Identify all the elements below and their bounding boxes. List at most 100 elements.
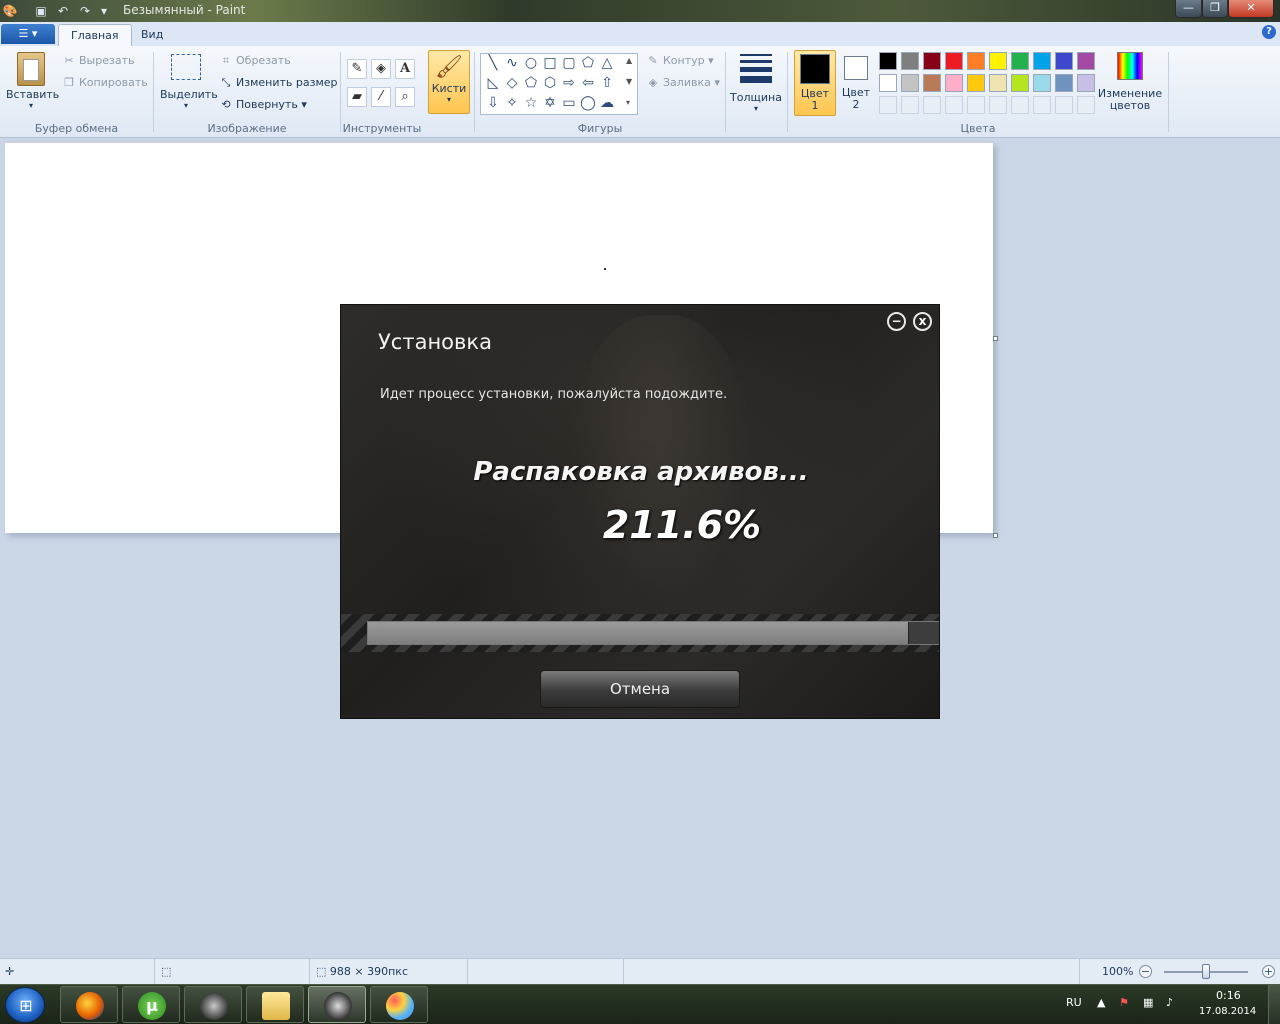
palette-color[interactable] — [1011, 74, 1029, 92]
palette-color[interactable] — [1011, 52, 1029, 70]
text-tool-icon[interactable]: A — [395, 59, 415, 79]
show-desktop-button[interactable] — [1268, 985, 1280, 1024]
right-arrow-shape-icon[interactable]: ⇨ — [559, 75, 579, 91]
volume-icon[interactable]: ♪ — [1166, 996, 1173, 1009]
palette-color[interactable] — [967, 74, 985, 92]
palette-color[interactable] — [967, 52, 985, 70]
palette-color[interactable] — [945, 74, 963, 92]
fill-bucket-icon[interactable]: ◈ — [371, 59, 391, 79]
color1-button[interactable]: Цвет 1 — [794, 50, 836, 116]
clock-date[interactable]: 17.08.2014 — [1199, 1006, 1256, 1017]
rotate-button[interactable]: ⟲ Повернуть ▾ — [219, 98, 306, 111]
custom-color-slot[interactable] — [945, 96, 963, 114]
right-triangle-shape-icon[interactable]: ◺ — [483, 75, 503, 91]
triangle-shape-icon[interactable]: △ — [597, 55, 617, 71]
custom-color-slot[interactable] — [879, 96, 897, 114]
zoom-in-button[interactable]: + — [1262, 965, 1275, 978]
zoom-slider-thumb[interactable] — [1202, 964, 1210, 979]
custom-color-slot[interactable] — [1033, 96, 1051, 114]
custom-color-slot[interactable] — [989, 96, 1007, 114]
taskbar-paint[interactable] — [370, 986, 428, 1023]
taskbar-steam[interactable] — [184, 986, 242, 1023]
help-icon[interactable]: ? — [1262, 25, 1276, 39]
save-icon[interactable]: ▣ — [33, 3, 49, 19]
tab-view[interactable]: Вид — [129, 24, 175, 46]
up-arrow-shape-icon[interactable]: ⇧ — [597, 75, 617, 91]
palette-color[interactable] — [901, 52, 919, 70]
tab-home[interactable]: Главная — [58, 24, 132, 46]
palette-color[interactable] — [1055, 52, 1073, 70]
line-shape-icon[interactable]: ╲ — [483, 55, 503, 71]
copy-button[interactable]: ❐ Копировать — [62, 76, 148, 89]
custom-color-slot[interactable] — [967, 96, 985, 114]
magnifier-icon[interactable]: ⌕ — [395, 87, 415, 107]
diamond-shape-icon[interactable]: ◇ — [502, 75, 522, 91]
palette-color[interactable] — [923, 74, 941, 92]
oval-shape-icon[interactable]: ○ — [521, 55, 541, 71]
language-indicator[interactable]: RU — [1066, 996, 1082, 1009]
palette-color[interactable] — [989, 52, 1007, 70]
palette-color[interactable] — [923, 52, 941, 70]
taskbar-installer[interactable] — [308, 986, 366, 1023]
shapes-expand-icon[interactable]: ▾ — [626, 98, 630, 107]
curve-shape-icon[interactable]: ∿ — [502, 55, 522, 71]
oval-callout-shape-icon[interactable]: ◯ — [578, 95, 598, 111]
shapes-scroll-up-icon[interactable]: ▲ — [626, 56, 632, 65]
palette-color[interactable] — [879, 74, 897, 92]
close-button[interactable]: ✕ — [1228, 0, 1274, 18]
show-hidden-icons[interactable]: ▲ — [1097, 996, 1105, 1009]
maximize-button[interactable]: ❐ — [1202, 0, 1228, 18]
custom-color-slot[interactable] — [1055, 96, 1073, 114]
customize-quick-access-icon[interactable]: ▾ — [96, 3, 112, 19]
taskbar-firefox[interactable] — [60, 986, 118, 1023]
paste-button[interactable]: Вставить ▾ — [6, 52, 59, 110]
six-point-star-shape-icon[interactable]: ✡ — [540, 95, 560, 111]
cloud-callout-shape-icon[interactable]: ☁ — [597, 95, 617, 111]
palette-color[interactable] — [1033, 52, 1051, 70]
custom-color-slot[interactable] — [923, 96, 941, 114]
thickness-button[interactable]: Толщина ▾ — [730, 52, 782, 113]
pencil-icon[interactable]: ✎ — [347, 59, 367, 79]
shapes-scroll-down-icon[interactable]: ▼ — [626, 77, 632, 86]
rounded-rectangle-shape-icon[interactable]: ▢ — [559, 55, 579, 71]
taskbar-explorer[interactable] — [246, 986, 304, 1023]
color2-button[interactable]: Цвет 2 — [840, 50, 872, 116]
select-button[interactable]: Выделить ▾ — [160, 54, 218, 110]
color-picker-icon[interactable]: ⁄ — [371, 87, 391, 107]
eraser-icon[interactable]: ▰ — [347, 87, 367, 107]
edit-colors-button[interactable]: Изменение цветов — [1096, 52, 1164, 112]
clock-time[interactable]: 0:16 — [1216, 989, 1241, 1002]
action-center-icon[interactable]: ⚑ — [1119, 996, 1129, 1009]
crop-button[interactable]: ⌗ Обрезать — [219, 54, 291, 68]
polygon-shape-icon[interactable]: ⬠ — [578, 55, 598, 71]
custom-color-slot[interactable] — [1011, 96, 1029, 114]
rectangle-shape-icon[interactable]: □ — [540, 55, 560, 71]
installer-minimize-button[interactable]: − — [887, 312, 906, 331]
hexagon-shape-icon[interactable]: ⬡ — [540, 75, 560, 91]
palette-color[interactable] — [989, 74, 1007, 92]
palette-color[interactable] — [945, 52, 963, 70]
palette-color[interactable] — [1077, 52, 1095, 70]
network-icon[interactable]: ▦ — [1143, 996, 1153, 1009]
start-button[interactable]: ⊞ — [5, 987, 45, 1023]
undo-icon[interactable]: ↶ — [55, 3, 71, 19]
redo-icon[interactable]: ↷ — [77, 3, 93, 19]
resize-handle-corner[interactable] — [993, 533, 998, 538]
down-arrow-shape-icon[interactable]: ⇩ — [483, 95, 503, 111]
left-arrow-shape-icon[interactable]: ⇦ — [578, 75, 598, 91]
outline-button[interactable]: ✎ Контур ▾ — [646, 54, 713, 67]
five-point-star-shape-icon[interactable]: ☆ — [521, 95, 541, 111]
rounded-callout-shape-icon[interactable]: ▭ — [559, 95, 579, 111]
zoom-out-button[interactable]: − — [1139, 965, 1152, 978]
minimize-button[interactable]: — — [1175, 0, 1202, 18]
palette-color[interactable] — [1055, 74, 1073, 92]
custom-color-slot[interactable] — [1077, 96, 1095, 114]
pentagon-shape-icon[interactable]: ⬠ — [521, 75, 541, 91]
palette-color[interactable] — [879, 52, 897, 70]
palette-color[interactable] — [1077, 74, 1095, 92]
cancel-button[interactable]: Отмена — [540, 670, 740, 708]
taskbar-utorrent[interactable]: µ — [122, 986, 180, 1023]
resize-button[interactable]: ⤡ Изменить размер — [219, 76, 338, 90]
palette-color[interactable] — [1033, 74, 1051, 92]
paint-menu-button[interactable]: ☰ ▾ — [1, 24, 55, 44]
